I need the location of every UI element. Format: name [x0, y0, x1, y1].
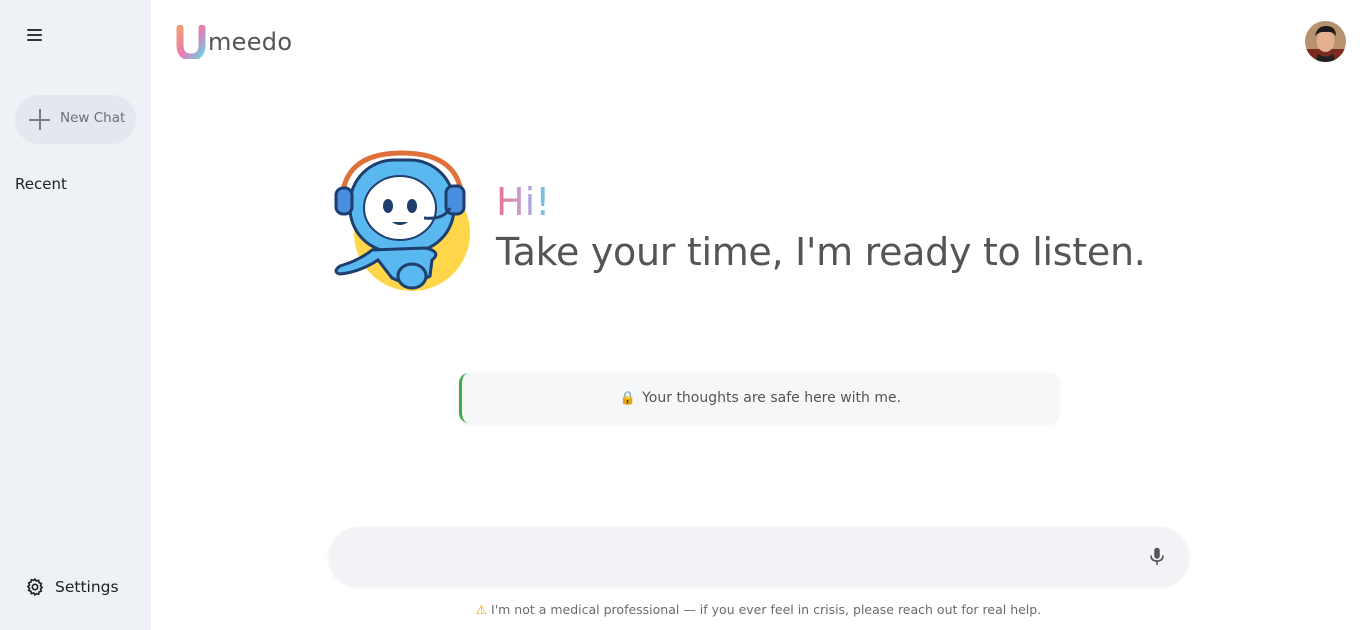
greeting: Hi!	[496, 180, 551, 224]
privacy-notice: 🔒 Your thoughts are safe here with me.	[459, 373, 1059, 423]
lock-icon: 🔒	[619, 390, 637, 406]
microphone-icon[interactable]	[1146, 545, 1168, 567]
app-logo[interactable]: meedo	[176, 25, 292, 59]
privacy-notice-text: Your thoughts are safe here with me.	[642, 390, 902, 406]
warning-icon: ⚠	[475, 602, 488, 617]
settings-label: Settings	[55, 578, 119, 596]
logo-u-icon	[176, 25, 206, 59]
disclaimer-text: I'm not a medical professional — if you …	[491, 602, 1042, 617]
logo-text: meedo	[208, 28, 293, 56]
message-composer	[329, 527, 1189, 587]
avatar[interactable]	[1305, 21, 1346, 62]
hero-tagline: Take your time, I'm ready to listen.	[496, 230, 1146, 274]
new-chat-button[interactable]: New Chat	[15, 95, 136, 144]
new-chat-label: New Chat	[60, 110, 126, 126]
recent-heading: Recent	[15, 175, 67, 193]
menu-icon[interactable]	[24, 25, 46, 45]
settings-button[interactable]: Settings	[25, 577, 119, 597]
plus-icon	[29, 109, 50, 130]
gear-icon	[26, 577, 44, 597]
message-input[interactable]	[353, 527, 1137, 587]
sidebar: New Chat Recent Settings	[0, 0, 151, 630]
robot-mascot-icon	[334, 150, 470, 291]
disclaimer: ⚠ I'm not a medical professional — if you…	[0, 602, 1365, 617]
